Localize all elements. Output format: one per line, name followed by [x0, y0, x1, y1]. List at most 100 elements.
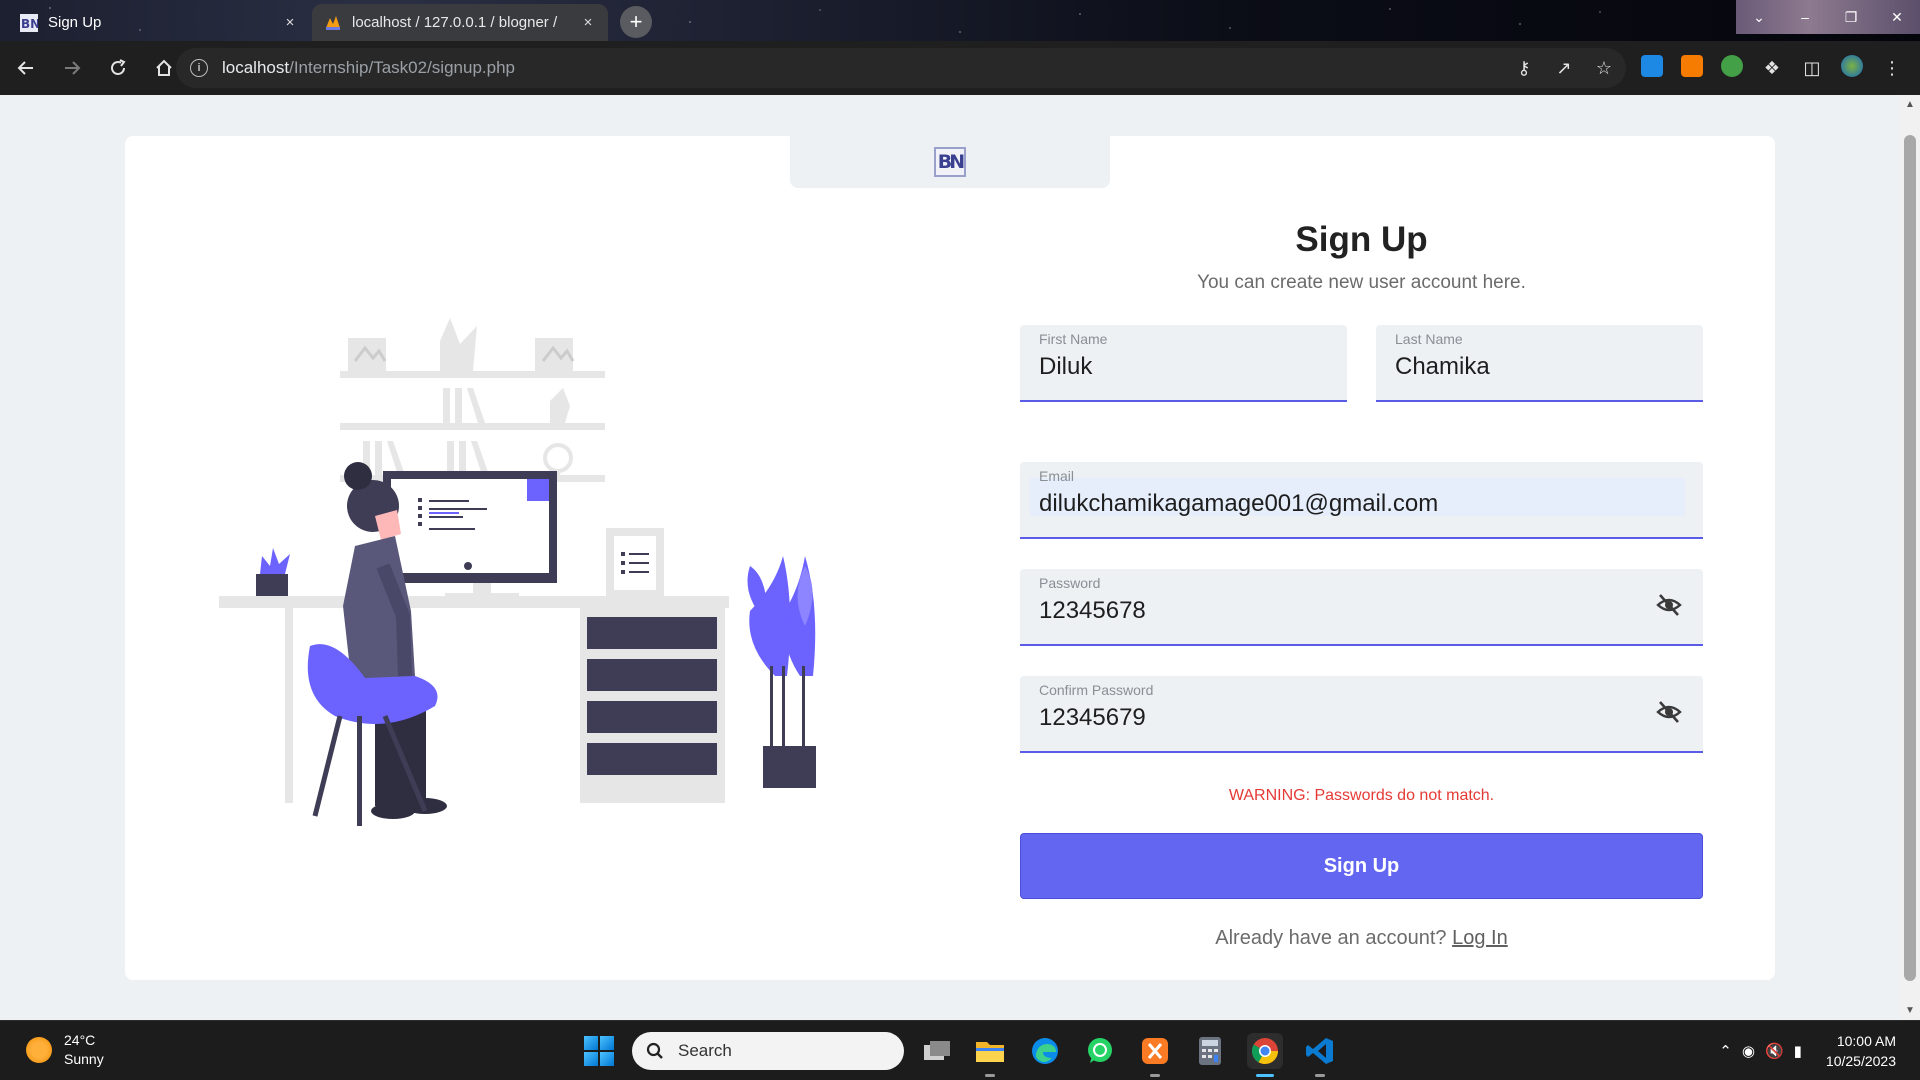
close-window-icon[interactable]: ✕	[1874, 0, 1920, 34]
tab-phpmyadmin[interactable]: localhost / 127.0.0.1 / blogner / ×	[312, 4, 608, 41]
page-content: BN Sign Up You can create new user accou…	[0, 95, 1900, 1020]
site-info-icon[interactable]: i	[190, 59, 208, 77]
chrome-icon[interactable]	[1247, 1033, 1283, 1077]
confirm-password-field[interactable]: Confirm Password 12345679	[1020, 676, 1703, 753]
signup-form: Sign Up You can create new user account …	[1020, 216, 1703, 949]
password-input[interactable]: 12345678	[1039, 597, 1146, 625]
bn-logo-icon: BN	[20, 13, 38, 32]
tab-title: localhost / 127.0.0.1 / blogner /	[352, 14, 558, 31]
battery-icon[interactable]: ▮	[1794, 1042, 1802, 1060]
side-panel-icon[interactable]: ◫	[1800, 58, 1824, 79]
back-button[interactable]	[6, 48, 46, 88]
wifi-icon[interactable]: ◉	[1742, 1042, 1755, 1060]
eye-off-icon[interactable]	[1655, 591, 1683, 619]
password-field[interactable]: Password 12345678	[1020, 569, 1703, 646]
edge-icon[interactable]	[1027, 1033, 1063, 1069]
weather-widget[interactable]: 24°C Sunny	[26, 1031, 104, 1069]
puzzle-icon[interactable]: ❖	[1760, 58, 1784, 79]
first-name-label: First Name	[1039, 331, 1108, 347]
bookmark-star-icon[interactable]: ☆	[1592, 58, 1616, 79]
sun-icon	[26, 1037, 52, 1063]
restore-icon[interactable]: ❐	[1828, 0, 1874, 34]
back-arrow-icon	[17, 61, 33, 75]
site-logo[interactable]: BN	[934, 147, 966, 177]
confirm-password-label: Confirm Password	[1039, 682, 1154, 698]
new-tab-button[interactable]: +	[620, 6, 652, 38]
url-text[interactable]: localhost/Internship/Task02/signup.php	[222, 58, 515, 78]
search-placeholder: Search	[678, 1041, 732, 1060]
extension-green-icon[interactable]	[1720, 54, 1744, 82]
email-field[interactable]: Email dilukchamikagamage001@gmail.com	[1020, 462, 1703, 539]
scroll-down-icon[interactable]: ▼	[1900, 1005, 1920, 1016]
password-mismatch-warning: WARNING: Passwords do not match.	[1228, 787, 1495, 804]
reload-icon	[111, 59, 126, 75]
first-name-field[interactable]: First Name Diluk	[1020, 325, 1347, 402]
xampp-icon[interactable]	[1137, 1033, 1173, 1077]
forward-arrow-icon	[65, 61, 81, 75]
tab-sign-up[interactable]: BN Sign Up ×	[8, 4, 310, 41]
volume-muted-icon[interactable]: 🔇	[1765, 1042, 1784, 1060]
windows-taskbar: 24°C Sunny Search ⌃ ◉ 🔇 ▮ 10:00 AM 10/25…	[0, 1020, 1920, 1080]
avatar[interactable]	[1840, 54, 1864, 82]
taskbar-search[interactable]: Search	[632, 1032, 904, 1070]
extension-orange-icon[interactable]	[1680, 54, 1704, 82]
address-bar[interactable]: i localhost/Internship/Task02/signup.php…	[176, 48, 1626, 88]
clock-time: 10:00 AM	[1836, 1033, 1896, 1049]
workspace-illustration	[219, 318, 816, 826]
address-bar-actions: ⚷ ↗ ☆	[1512, 48, 1616, 88]
forward-button[interactable]	[52, 48, 92, 88]
browser-toolbar: i localhost/Internship/Task02/signup.php…	[0, 41, 1920, 95]
sign-up-button[interactable]: Sign Up	[1020, 833, 1703, 899]
url-path: /Internship/Task02/signup.php	[289, 58, 515, 77]
home-icon	[156, 59, 172, 76]
svg-text:BN: BN	[21, 17, 38, 31]
eye-off-icon[interactable]	[1655, 698, 1683, 726]
email-label: Email	[1039, 468, 1075, 484]
scrollbar-thumb[interactable]	[1904, 135, 1916, 981]
scroll-up-icon[interactable]: ▲	[1900, 99, 1920, 110]
chevron-up-icon[interactable]: ⌃	[1719, 1042, 1732, 1060]
close-icon[interactable]: ×	[580, 14, 596, 31]
menu-icon[interactable]: ⋮	[1880, 58, 1904, 79]
minimize-icon[interactable]: –	[1782, 0, 1828, 34]
signup-card: BN Sign Up You can create new user accou…	[125, 136, 1775, 980]
logo-header: BN	[790, 136, 1110, 188]
first-name-input[interactable]: Diluk	[1039, 353, 1092, 381]
clock-date: 10/25/2023	[1825, 1053, 1896, 1069]
weather-desc: Sunny	[64, 1051, 104, 1067]
email-input[interactable]: dilukchamikagamage001@gmail.com	[1039, 490, 1438, 518]
weather-temp: 24°C	[64, 1032, 96, 1048]
already-text: Already have an account?	[1215, 927, 1447, 949]
extensions-area: ❖ ◫ ⋮	[1640, 41, 1904, 95]
confirm-password-input[interactable]: 12345679	[1039, 704, 1146, 732]
browser-titlebar: BN Sign Up × localhost / 127.0.0.1 / blo…	[0, 0, 1920, 41]
calculator-icon[interactable]	[1192, 1033, 1228, 1069]
page-subtitle: You can create new user account here.	[1197, 272, 1526, 293]
window-controls: ⌄ – ❐ ✕	[1736, 0, 1920, 34]
last-name-label: Last Name	[1395, 331, 1463, 347]
login-prompt: Already have an account? Log In	[1020, 927, 1703, 950]
file-explorer-icon[interactable]	[972, 1033, 1008, 1077]
tab-title: Sign Up	[48, 14, 102, 31]
start-button[interactable]	[584, 1036, 614, 1066]
page-scrollbar[interactable]: ▲ ▼	[1900, 95, 1920, 1020]
last-name-field[interactable]: Last Name Chamika	[1376, 325, 1703, 402]
search-icon	[646, 1042, 663, 1059]
share-icon[interactable]: ↗	[1552, 58, 1576, 79]
extension-s-icon[interactable]	[1640, 54, 1664, 82]
log-in-link[interactable]: Log In	[1452, 927, 1508, 949]
whatsapp-icon[interactable]	[1082, 1033, 1118, 1069]
clock[interactable]: 10:00 AM 10/25/2023	[1826, 1031, 1896, 1071]
page-title: Sign Up	[1295, 220, 1428, 259]
tab-search-icon[interactable]: ⌄	[1736, 0, 1782, 34]
last-name-input[interactable]: Chamika	[1395, 353, 1490, 381]
phpmyadmin-icon	[326, 15, 340, 30]
key-icon[interactable]: ⚷	[1512, 58, 1536, 79]
task-view-icon[interactable]	[919, 1033, 955, 1069]
reload-button[interactable]	[98, 48, 138, 88]
system-tray: ⌃ ◉ 🔇 ▮ 10:00 AM 10/25/2023	[1719, 1021, 1920, 1080]
close-icon[interactable]: ×	[282, 14, 298, 31]
url-host: localhost	[222, 58, 290, 77]
vscode-icon[interactable]	[1302, 1033, 1338, 1077]
password-label: Password	[1039, 575, 1101, 591]
